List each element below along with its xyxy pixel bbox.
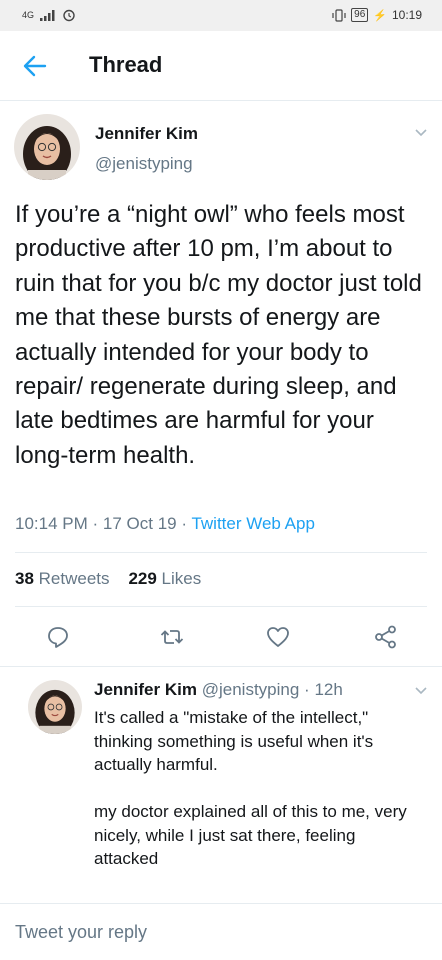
reply-avatar[interactable] xyxy=(28,680,82,734)
tweet-text: If you’re a “night owl” who feels most p… xyxy=(15,201,422,469)
status-bar: 4G 96 ⚡ 10:19 xyxy=(0,0,442,31)
retweet-count: 38 xyxy=(15,569,34,588)
likes-stat[interactable]: 229 Likes xyxy=(128,569,201,588)
like-heart-icon[interactable] xyxy=(265,624,291,650)
clock: 10:19 xyxy=(391,8,422,22)
author-name[interactable]: Jennifer Kim xyxy=(95,124,198,144)
divider xyxy=(15,552,427,553)
status-left: 4G xyxy=(22,8,76,22)
share-icon[interactable] xyxy=(373,624,399,650)
reply-paragraph: my doctor explained all of this to me, v… xyxy=(94,802,407,868)
reply-separator: · xyxy=(304,680,310,699)
reply-icon[interactable] xyxy=(45,624,71,650)
retweets-stat[interactable]: 38 Retweets xyxy=(15,569,110,588)
charging-icon: ⚡ xyxy=(373,9,387,22)
meta-separator: · xyxy=(92,514,99,533)
network-label: 4G xyxy=(22,10,35,20)
tweet-meta: 10:14 PM · 17 Oct 19 · Twitter Web App xyxy=(15,514,315,534)
reply-author-handle[interactable]: @jenistyping xyxy=(202,680,300,699)
divider xyxy=(15,606,427,607)
reply-paragraph: It's called a "mistake of the intellect,… xyxy=(94,708,374,774)
reply-text: It's called a "mistake of the intellect,… xyxy=(94,706,424,871)
section-divider xyxy=(0,903,442,904)
source-app-link[interactable]: Twitter Web App xyxy=(191,514,314,533)
meta-separator: · xyxy=(181,514,188,533)
retweet-icon[interactable] xyxy=(159,624,185,650)
engagement-stats: 38 Retweets 229 Likes xyxy=(15,569,201,589)
author-handle[interactable]: @jenistyping xyxy=(95,154,193,174)
avatar[interactable] xyxy=(14,114,80,180)
section-divider xyxy=(0,666,442,667)
retweet-label: Retweets xyxy=(38,569,110,588)
reply-header: Jennifer Kim @jenistyping · 12h xyxy=(94,680,343,700)
battery-level: 96 xyxy=(351,8,369,22)
chevron-down-icon[interactable] xyxy=(414,126,428,140)
reply-age: 12h xyxy=(314,680,343,699)
status-right: 96 ⚡ 10:19 xyxy=(332,8,422,22)
like-label: Likes xyxy=(161,569,202,588)
alarm-icon xyxy=(63,9,75,22)
thread-header: Thread xyxy=(0,31,442,101)
action-bar xyxy=(0,620,442,656)
vibrate-icon xyxy=(332,8,346,22)
tweet-date: 17 Oct 19 xyxy=(102,514,177,533)
like-count: 229 xyxy=(128,569,157,588)
reply-author-name[interactable]: Jennifer Kim xyxy=(94,680,197,699)
chevron-down-icon[interactable] xyxy=(414,684,428,698)
signal-icon xyxy=(40,9,55,21)
page-title: Thread xyxy=(89,52,163,77)
tweet-time: 10:14 PM xyxy=(15,514,88,533)
reply-compose-field[interactable]: Tweet your reply xyxy=(15,922,147,943)
back-arrow-icon[interactable] xyxy=(22,53,48,79)
